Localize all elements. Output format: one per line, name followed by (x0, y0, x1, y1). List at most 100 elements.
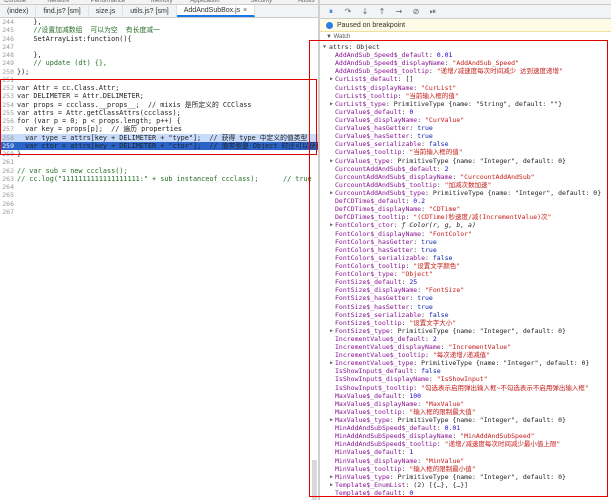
code-editor[interactable]: 244 }, 245 //设置加减数组 可以为空 有长度减一 246 SetArra… (0, 18, 318, 500)
scope-property-row[interactable]: FontSize$_default: 25 (320, 278, 611, 286)
scope-property-row[interactable]: AddAndSub_Speed$_tooltip: "递增/减速度每次时间减少 … (320, 67, 611, 75)
scope-property-row[interactable]: IsShowInput$_displayName: "IsShowInput" (320, 375, 611, 383)
line-number[interactable]: 251 (0, 76, 14, 84)
devtools-tab-5[interactable]: Security (250, 0, 272, 4)
scope-property-row[interactable]: MinAddAndSubSpeed$_default: 0.01 (320, 424, 611, 432)
scope-property-row[interactable]: CurcountAddAndSub$_default: 2 (320, 165, 611, 173)
file-tab-3[interactable]: utils.js? [sm] (123, 5, 177, 17)
scope-property-row[interactable]: MaxValue$_tooltip: "输入框的限制最大值" (320, 408, 611, 416)
line-number[interactable]: 260 (0, 150, 14, 158)
code-line[interactable]: 258 var type = attrs[key + DELIMETER + "… (0, 133, 318, 142)
code-line[interactable]: 267 (0, 208, 318, 216)
devtools-tab-3[interactable]: Memory (151, 0, 173, 4)
scope-property-row[interactable]: FontSize$_hasGetter: true (320, 294, 611, 302)
debug-control-icon-6[interactable]: ⏯ (428, 7, 438, 17)
scope-property-row[interactable]: MinAddAndSubSpeed$_tooltip: "递增/减速度每次时间减… (320, 440, 611, 448)
code-line[interactable]: 248 }, (0, 51, 318, 59)
debug-control-icon-0[interactable]: ⏸ (326, 7, 336, 17)
line-number[interactable]: 256 (0, 117, 14, 125)
line-number[interactable]: 252 (0, 84, 14, 92)
scope-root-object[interactable]: ▼ attrs: Object (320, 43, 611, 51)
scope-property-row[interactable]: FontColor$_type: "Object" (320, 270, 611, 278)
code-line[interactable]: 251 (0, 76, 318, 84)
line-number[interactable]: 267 (0, 208, 14, 216)
line-number[interactable]: 250 (0, 68, 14, 76)
line-number[interactable]: 261 (0, 158, 14, 166)
code-line[interactable]: 260} (0, 150, 318, 158)
collapse-triangle-icon[interactable]: ▶ (330, 481, 333, 489)
scope-property-row[interactable]: FontSize$_hasSetter: true (320, 303, 611, 311)
line-number[interactable]: 257 (0, 125, 14, 133)
devtools-tab-2[interactable]: Performance (91, 0, 125, 4)
scope-property-row[interactable]: CurValue$_hasSetter: true (320, 132, 611, 140)
code-line[interactable]: 263// cc.log("1111111111111111111:" + su… (0, 175, 318, 183)
code-line[interactable]: 247 (0, 43, 318, 51)
close-icon[interactable]: × (243, 7, 247, 14)
scope-property-row[interactable]: FontColor$_hasGetter: true (320, 238, 611, 246)
code-line[interactable]: 254 var props = ccclass.__props__; // mix… (0, 101, 318, 109)
collapse-triangle-icon[interactable]: ▶ (330, 100, 333, 108)
scope-property-row[interactable]: AddAndSub_Speed$_default: 0.01 (320, 51, 611, 59)
scope-property-row[interactable]: ▶ Template$_EnumList: (2) [{…}, {…}] (320, 481, 611, 489)
code-line[interactable]: 265 (0, 191, 318, 199)
scope-property-row[interactable]: ▶ CurList$_type: PrimitiveType {name: "St… (320, 100, 611, 108)
scope-property-row[interactable]: CurValue$_displayName: "CurValue" (320, 116, 611, 124)
line-number[interactable]: 263 (0, 175, 14, 183)
scope-property-row[interactable]: ▶ MinValue$_type: PrimitiveType {name: "I… (320, 473, 611, 481)
scope-property-row[interactable]: IncrementValue$_default: 2 (320, 335, 611, 343)
scope-property-row[interactable]: ▶ MaxValue$_type: PrimitiveType {name: "I… (320, 416, 611, 424)
debug-control-icon-3[interactable]: ↑ (377, 7, 387, 16)
scope-property-row[interactable]: MaxValue$_displayName: "MaxValue" (320, 400, 611, 408)
scope-property-row[interactable]: IncrementValue$_tooltip: "每次递增/递减值" (320, 351, 611, 359)
debug-control-icon-5[interactable]: ⊘ (411, 7, 421, 16)
scope-property-row[interactable]: Template$_default: 0 (320, 489, 611, 497)
devtools-tab-0[interactable]: Console (4, 0, 26, 4)
line-number[interactable]: 254 (0, 101, 14, 109)
scope-property-row[interactable]: CurcountAddAndSub$_displayName: "Curcoun… (320, 173, 611, 181)
scope-property-row[interactable]: FontColor$_tooltip: "设置文字颜色" (320, 262, 611, 270)
expand-triangle-icon[interactable]: ▼ (323, 43, 326, 51)
scope-property-row[interactable]: MinValue$_default: 1 (320, 448, 611, 456)
code-line[interactable]: 256 for (var p = 0; p < props.length; p++… (0, 117, 318, 125)
code-line[interactable]: 261 (0, 158, 318, 166)
debug-control-icon-4[interactable]: → (394, 7, 404, 16)
line-number[interactable]: 265 (0, 191, 14, 199)
scope-property-row[interactable]: IncrementValue$_displayName: "IncrementV… (320, 343, 611, 351)
scope-property-row[interactable]: DefCDTime$_default: 0.2 (320, 197, 611, 205)
line-number[interactable]: 264 (0, 183, 14, 191)
scope-property-row[interactable]: MinValue$_displayName: "MinValue" (320, 457, 611, 465)
scope-property-row[interactable]: FontSize$_serializable: false (320, 311, 611, 319)
scope-property-row[interactable]: CurcountAddAndSub$_tooltip: "加减次数加速" (320, 181, 611, 189)
collapse-triangle-icon[interactable]: ▶ (330, 221, 333, 229)
file-tab-0[interactable]: (index) (0, 5, 37, 17)
scope-property-row[interactable]: FontColor$_hasSetter: true (320, 246, 611, 254)
line-number[interactable]: 253 (0, 92, 14, 100)
collapse-triangle-icon[interactable]: ▶ (330, 75, 333, 83)
line-number[interactable]: 259 (0, 142, 14, 150)
scope-property-row[interactable]: ▶ CurcountAddAndSub$_type: PrimitiveType … (320, 189, 611, 197)
line-number[interactable]: 245 (0, 26, 14, 34)
scope-property-row[interactable]: MinValue$_tooltip: "输入框的限制最小值" (320, 465, 611, 473)
code-line[interactable]: 250}); (0, 68, 318, 76)
line-number[interactable]: 246 (0, 35, 14, 43)
scope-property-row[interactable]: CurValue$_default: 0 (320, 108, 611, 116)
collapse-triangle-icon[interactable]: ▶ (330, 473, 333, 481)
line-number[interactable]: 262 (0, 167, 14, 175)
collapse-triangle-icon[interactable]: ▶ (330, 416, 333, 424)
line-number[interactable]: 266 (0, 200, 14, 208)
scope-property-row[interactable]: MaxValue$_default: 100 (320, 392, 611, 400)
collapse-triangle-icon[interactable]: ▶ (330, 157, 333, 165)
scope-property-row[interactable]: IsShowInput$_tooltip: "勾选表示启用弹出输入框~不勾选表示… (320, 384, 611, 392)
debug-control-icon-2[interactable]: ↓ (360, 7, 370, 16)
code-line[interactable]: 264 (0, 183, 318, 191)
scope-property-row[interactable]: DefCDTime$_tooltip: "(CDTime)秒速度/减(Incre… (320, 213, 611, 221)
code-line[interactable]: 246 SetArrayList:function(){ (0, 35, 318, 43)
scope-property-row[interactable]: FontColor$_serializable: false (320, 254, 611, 262)
scope-property-row[interactable]: CurList$_displayName: "CurList" (320, 84, 611, 92)
code-line[interactable]: 257 var key = props[p]; // 遍历 properties (0, 125, 318, 133)
debug-control-icon-1[interactable]: ↷ (343, 7, 353, 16)
line-number[interactable]: 255 (0, 109, 14, 117)
code-line[interactable]: 255 var attrs = Attr.getClassAttrs(ccclas… (0, 109, 318, 117)
scope-property-row[interactable]: IsShowInput$_default: false (320, 367, 611, 375)
editor-scrollbar[interactable] (312, 460, 317, 500)
